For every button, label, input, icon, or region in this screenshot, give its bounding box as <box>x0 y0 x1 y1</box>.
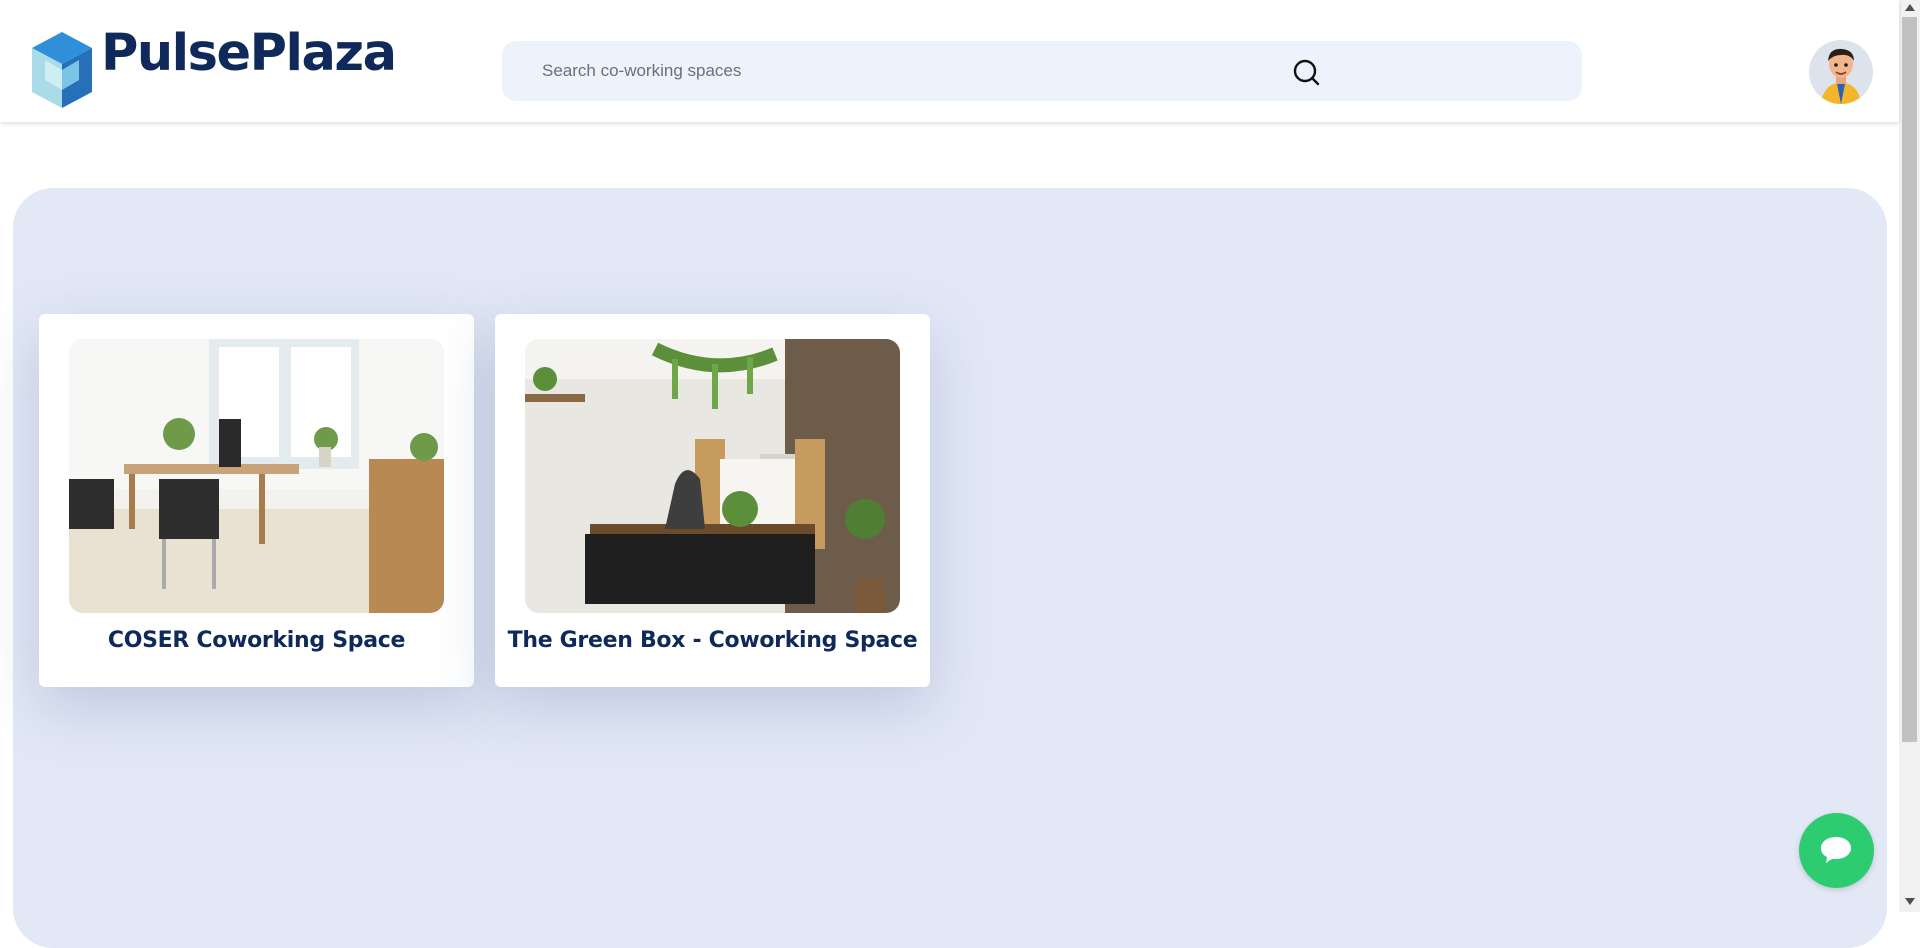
office-photo-green-box[interactable] <box>525 339 900 613</box>
scroll-thumb[interactable] <box>1902 17 1917 742</box>
scroll-down-arrow-icon[interactable] <box>1905 898 1915 905</box>
cube-logo-icon[interactable] <box>29 30 95 110</box>
search-input[interactable] <box>542 41 1242 101</box>
chat-button[interactable] <box>1799 813 1874 888</box>
space-card[interactable]: COSER Coworking Space <box>39 314 474 687</box>
space-title[interactable]: COSER Coworking Space <box>39 628 474 653</box>
user-avatar-icon <box>1809 40 1873 104</box>
chat-bubble-icon <box>1821 837 1851 863</box>
space-title[interactable]: The Green Box - Coworking Space <box>495 628 930 653</box>
scroll-up-arrow-icon[interactable] <box>1905 4 1915 11</box>
search-bar <box>502 41 1582 101</box>
top-header: PulsePlaza <box>0 0 1899 122</box>
page-scrollbar[interactable] <box>1899 0 1920 912</box>
brand-name[interactable]: PulsePlaza <box>101 28 397 79</box>
office-photo-coser[interactable] <box>69 339 444 613</box>
space-card[interactable]: The Green Box - Coworking Space <box>495 314 930 687</box>
search-icon[interactable] <box>1293 59 1321 87</box>
user-avatar[interactable] <box>1809 40 1873 104</box>
